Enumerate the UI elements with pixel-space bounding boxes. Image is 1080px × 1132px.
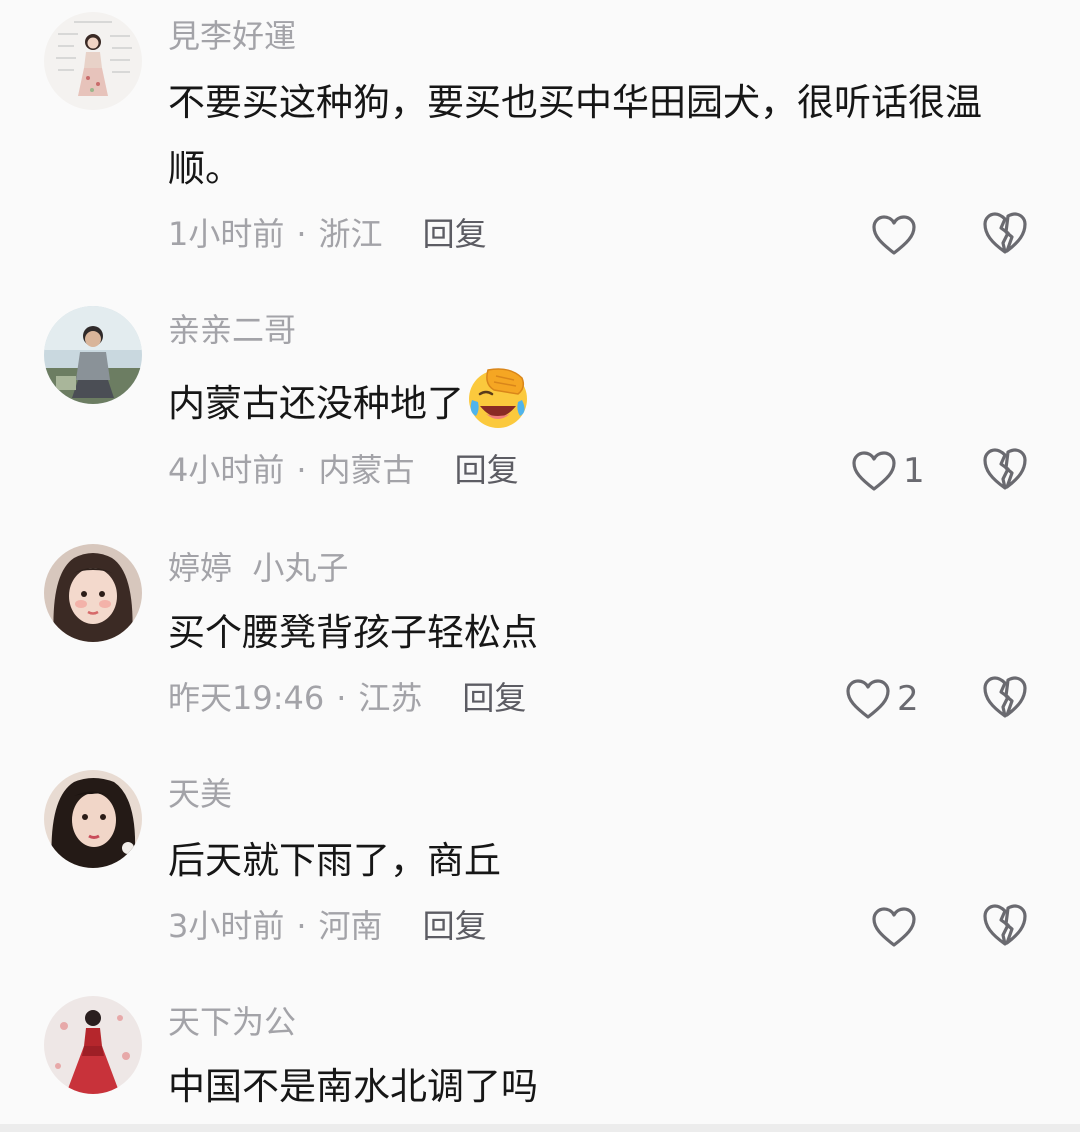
comment-item: 天下为公 中国不是南水北调了吗: [0, 984, 1080, 1124]
comment-username[interactable]: 婷婷 小丸子: [168, 548, 348, 588]
dislike-button[interactable]: [981, 902, 1029, 948]
separator-dot: ·: [296, 215, 307, 253]
reply-button[interactable]: 回复: [462, 679, 526, 717]
comment-time: 3小时前: [168, 907, 285, 945]
reply-button[interactable]: 回复: [455, 451, 519, 489]
heart-outline-icon: [845, 678, 891, 720]
comment-location: 内蒙古: [318, 451, 415, 489]
comment-location: 江苏: [358, 679, 423, 717]
dislike-button[interactable]: [981, 210, 1029, 256]
comment-text: 买个腰凳背孩子轻松点: [168, 611, 538, 654]
comment-text-body: 内蒙古还没种地了: [168, 382, 464, 425]
avatar[interactable]: [44, 12, 142, 110]
broken-heart-icon: [981, 904, 1029, 952]
like-button[interactable]: [871, 902, 923, 952]
like-button[interactable]: 1: [851, 446, 925, 496]
avatar[interactable]: [44, 996, 142, 1094]
comment-text: 中国不是南水北调了吗: [168, 1065, 538, 1108]
comment-item: 見李好運 不要买这种狗，要买也买中华田园犬，很听话很温顺。 1小时前 · 浙江 回复: [0, 0, 1080, 280]
comment-meta: 昨天19:46 · 江苏 回复: [168, 678, 526, 718]
separator-dot: ·: [336, 679, 347, 717]
comment-text: 内蒙古还没种地了: [168, 366, 1038, 437]
dislike-button[interactable]: [981, 674, 1029, 720]
broken-heart-icon: [981, 676, 1029, 724]
reply-button[interactable]: 回复: [423, 907, 487, 945]
comment-username[interactable]: 亲亲二哥: [168, 310, 296, 350]
separator-dot: ·: [296, 451, 307, 489]
comment-time: 昨天19:46: [168, 679, 325, 717]
like-count: 1: [903, 451, 925, 491]
comment-item: 亲亲二哥 内蒙古还没种地了 4小时前 · 内蒙古 回复 1: [0, 290, 1080, 520]
comment-meta: 1小时前 · 浙江 回复: [168, 214, 487, 254]
comment-item: 天美 后天就下雨了，商丘 3小时前 · 河南 回复: [0, 756, 1080, 986]
comment-username[interactable]: 天美: [168, 774, 232, 814]
comment-username[interactable]: 見李好運: [168, 16, 296, 56]
facepalm-laughing-emoji: [466, 366, 530, 430]
comment-time: 1小时前: [168, 215, 285, 253]
comment-location: 浙江: [318, 215, 383, 253]
like-button[interactable]: [871, 210, 923, 260]
comment-item: 婷婷 小丸子 买个腰凳背孩子轻松点 昨天19:46 · 江苏 回复 2: [0, 528, 1080, 758]
comment-text: 后天就下雨了，商丘: [168, 839, 501, 882]
comment-username[interactable]: 天下为公: [168, 1002, 296, 1042]
comment-time: 4小时前: [168, 451, 285, 489]
comment-meta: 4小时前 · 内蒙古 回复: [168, 450, 519, 490]
avatar[interactable]: [44, 306, 142, 404]
comment-text: 不要买这种狗，要买也买中华田园犬，很听话很温顺。: [168, 81, 982, 190]
like-count: 2: [897, 679, 919, 719]
heart-outline-icon: [871, 214, 917, 256]
separator-dot: ·: [296, 907, 307, 945]
heart-outline-icon: [851, 450, 897, 492]
heart-outline-icon: [871, 906, 917, 948]
comment-meta: 3小时前 · 河南 回复: [168, 906, 487, 946]
avatar[interactable]: [44, 544, 142, 642]
divider: [0, 1124, 1080, 1132]
broken-heart-icon: [981, 212, 1029, 260]
broken-heart-icon: [981, 448, 1029, 496]
dislike-button[interactable]: [981, 446, 1029, 492]
reply-button[interactable]: 回复: [423, 215, 487, 253]
comment-location: 河南: [318, 907, 383, 945]
avatar[interactable]: [44, 770, 142, 868]
like-button[interactable]: 2: [845, 674, 919, 724]
